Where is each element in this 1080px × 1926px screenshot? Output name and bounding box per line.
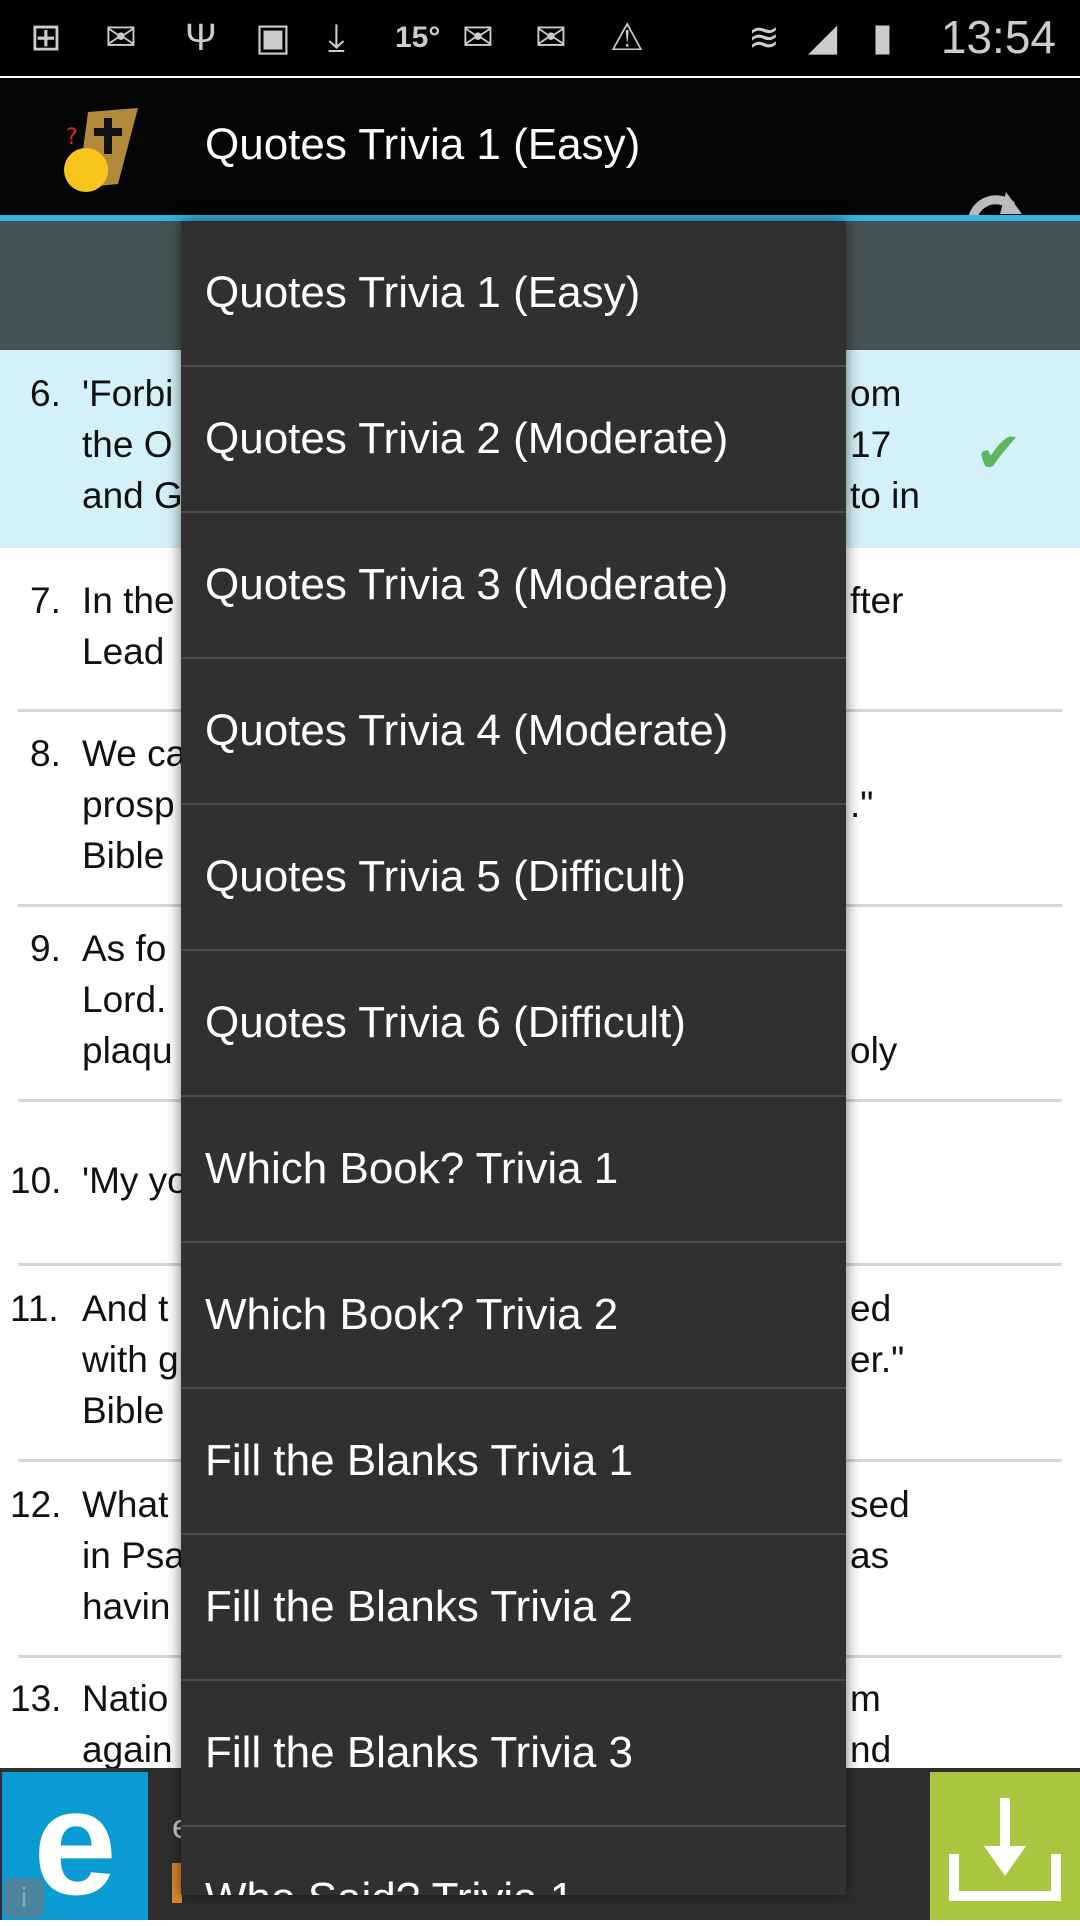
question-text: 'My yo	[82, 1160, 188, 1201]
question-text: prosp	[82, 784, 175, 825]
dropdown-item[interactable]: Quotes Trivia 1 (Easy)	[181, 221, 846, 367]
question-text: We ca	[82, 733, 187, 774]
question-number: 6.	[30, 373, 61, 414]
question-text-end: om	[850, 373, 902, 414]
dropdown-item[interactable]: Quotes Trivia 3 (Moderate)	[181, 513, 846, 659]
question-text-end: fter	[850, 580, 904, 621]
quiz-dropdown-menu[interactable]: Quotes Trivia 1 (Easy) Quotes Trivia 2 (M…	[181, 221, 846, 1895]
question-number: 11.	[10, 1288, 59, 1329]
dropdown-item[interactable]: Who Said? Trivia 1	[181, 1827, 846, 1895]
svg-text:?: ?	[66, 125, 78, 150]
check-icon: ✔	[975, 421, 1022, 484]
question-number: 10.	[10, 1160, 62, 1201]
question-number: 7.	[30, 580, 61, 621]
question-text: the O	[82, 424, 173, 465]
dropdown-item[interactable]: Quotes Trivia 6 (Difficult)	[181, 951, 846, 1097]
clock: 13:54	[940, 11, 1056, 63]
question-text-end: nd	[850, 1729, 892, 1768]
question-text-end: as	[850, 1535, 890, 1576]
usb-icon: Ψ	[185, 17, 217, 59]
question-text: What	[82, 1484, 169, 1525]
action-bar: ? Quotes Trivia 1 (Easy)	[0, 78, 1080, 276]
mail-icon: ✉	[105, 17, 137, 59]
question-text: As fo	[82, 928, 167, 969]
download-icon: ⤓	[328, 17, 345, 59]
image-icon: ▣	[255, 17, 291, 59]
question-text: in Psa	[82, 1535, 185, 1576]
dropdown-item[interactable]: Quotes Trivia 5 (Difficult)	[181, 805, 846, 951]
temperature: 15°	[395, 21, 441, 54]
question-text-end: oly	[850, 1030, 898, 1071]
question-text-end: er."	[850, 1339, 905, 1380]
wifi-icon: ≋	[748, 17, 780, 59]
dropdown-item[interactable]: Which Book? Trivia 2	[181, 1243, 846, 1389]
dropdown-item[interactable]: Quotes Trivia 4 (Moderate)	[181, 659, 846, 805]
question-number: 13.	[10, 1678, 62, 1719]
email-at-icon: ✉	[535, 17, 567, 59]
question-text: 'Forbi	[82, 373, 174, 414]
question-text: Lord.	[82, 979, 167, 1020]
dropdown-item[interactable]: Fill the Blanks Trivia 3	[181, 1681, 846, 1827]
question-text: Lead	[82, 631, 165, 672]
question-text: and G	[82, 475, 183, 516]
dropdown-item[interactable]: Fill the Blanks Trivia 1	[181, 1389, 846, 1535]
question-number: 12.	[10, 1484, 62, 1525]
dropdown-item[interactable]: Which Book? Trivia 1	[181, 1097, 846, 1243]
email-at-icon: ✉	[462, 17, 494, 59]
dropdown-item[interactable]: Quotes Trivia 2 (Moderate)	[181, 367, 846, 513]
question-text: with g	[82, 1339, 179, 1380]
question-text: Bible	[82, 1390, 165, 1431]
question-text-end: 17	[850, 424, 892, 465]
question-text: Bible	[82, 835, 165, 876]
question-text: In the	[82, 580, 175, 621]
quiz-spinner[interactable]: Quotes Trivia 1 (Easy)	[205, 120, 640, 170]
app-logo-icon: ?	[64, 108, 138, 192]
warning-icon: ⚠	[610, 17, 645, 59]
dropdown-item[interactable]: Fill the Blanks Trivia 2	[181, 1535, 846, 1681]
question-number: 9.	[30, 928, 61, 969]
download-icon[interactable]	[930, 1772, 1080, 1920]
status-bar: ⊞ ✉ Ψ ▣ ⤓ 15° ✉ ✉ ⚠ ≋ ◢ ▮ 13:54	[0, 0, 1080, 76]
question-number: 8.	[30, 733, 61, 774]
question-text-end: sed	[850, 1484, 910, 1525]
question-text-end: m	[850, 1678, 881, 1719]
signal-icon: ◢	[808, 17, 838, 59]
battery-charging-icon: ▮	[872, 17, 893, 59]
add-icon: ⊞	[30, 17, 62, 59]
question-text: plaqu	[82, 1030, 173, 1071]
info-icon[interactable]: i	[4, 1878, 44, 1918]
question-text: And t	[82, 1288, 169, 1329]
question-text-end: ."	[850, 784, 874, 825]
question-text: havin	[82, 1586, 171, 1627]
question-text-end: to in	[850, 475, 920, 516]
question-text-end: ed	[850, 1288, 892, 1329]
question-text: Natio	[82, 1678, 169, 1719]
